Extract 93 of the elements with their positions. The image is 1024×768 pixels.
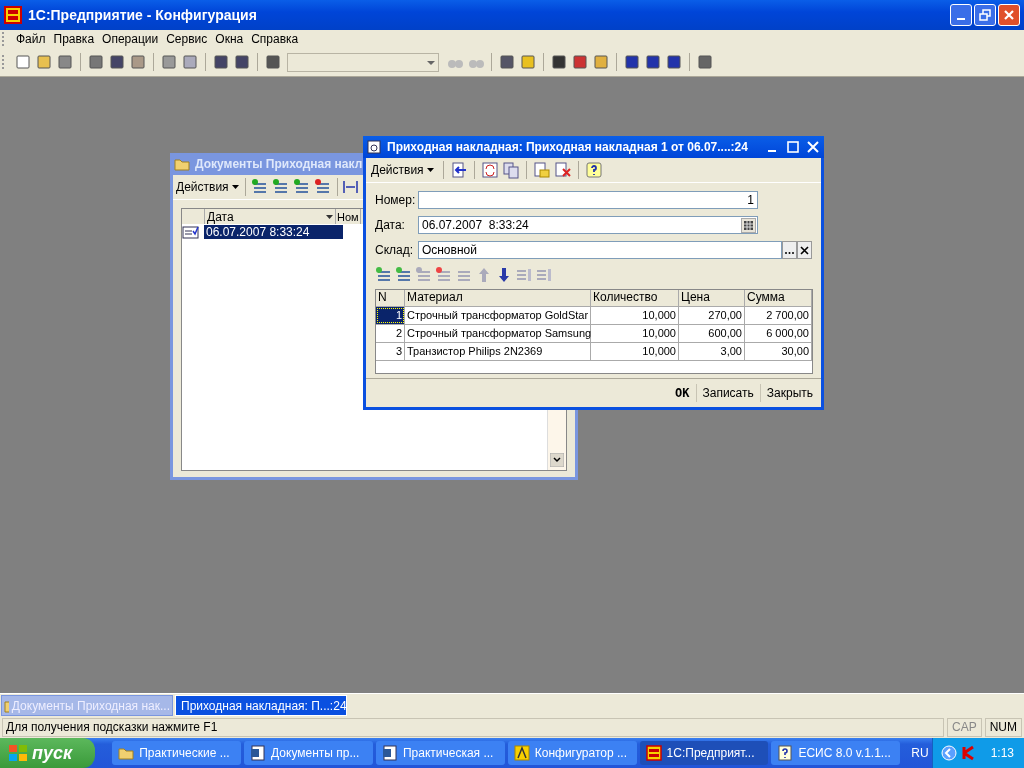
input-field[interactable]: Основной	[417, 240, 782, 259]
windows-logo-icon	[8, 744, 28, 762]
taskbar-button[interactable]: Практическая ...	[375, 741, 505, 765]
dialog-button[interactable]: Закрыть	[760, 386, 819, 400]
language-indicator[interactable]: RU	[911, 746, 929, 760]
word-icon	[250, 745, 267, 761]
column-header[interactable]: Количество	[591, 290, 679, 306]
actions-menu-button[interactable]: Действия	[368, 163, 437, 177]
copy-row-icon[interactable]	[271, 178, 290, 196]
table-cell: 2 700,00	[745, 307, 812, 324]
caret-icon	[231, 185, 239, 189]
close-button[interactable]	[998, 4, 1020, 26]
column-header[interactable]: Дата	[205, 209, 336, 224]
input-field[interactable]: 06.07.2007 8:33:24	[418, 215, 758, 234]
taskbar-button[interactable]: ЕСИС 8.0 v.1.1...	[771, 741, 901, 765]
field-value: Основной	[421, 242, 477, 257]
field-label: Номер:	[375, 192, 417, 207]
tray-expand-icon[interactable]	[940, 745, 957, 761]
column-header[interactable]: N	[376, 290, 405, 306]
table-cell: Строчный трансформатор Samsung	[405, 325, 591, 342]
app-icon	[645, 745, 662, 761]
table-cell[interactable]: 06.07.2007 8:33:24	[204, 224, 343, 239]
menu-item[interactable]: Сервис	[163, 32, 211, 46]
add-row-icon[interactable]	[375, 266, 393, 284]
key-indicator: CAP	[947, 718, 982, 737]
menu-item[interactable]: Файл	[13, 32, 49, 46]
refresh-icon[interactable]	[480, 161, 499, 179]
table-cell: 3,00	[679, 343, 745, 360]
minimize-icon	[957, 18, 965, 20]
move-icon[interactable]	[532, 161, 551, 179]
column-header[interactable]: Материал	[405, 290, 591, 306]
sort-caret-icon[interactable]	[326, 214, 333, 219]
table-cell[interactable]: 3	[376, 343, 405, 360]
add-row-icon[interactable]	[250, 178, 269, 196]
menu-item[interactable]: Окна	[212, 32, 247, 46]
close-icon	[1003, 9, 1015, 21]
table-cell: 10,000	[591, 307, 679, 324]
window-tab[interactable]: Приходная накладная: П...:24	[175, 695, 347, 716]
menu-item[interactable]: Операции	[99, 32, 162, 46]
table-cell[interactable]: 1	[376, 307, 405, 324]
table-cell: Транзистор Philips 2N2369	[405, 343, 591, 360]
delete-row-icon[interactable]	[313, 178, 332, 196]
restore-button[interactable]	[974, 4, 996, 26]
clock: 1:13	[990, 746, 1014, 760]
field-value: 1	[747, 192, 754, 207]
scroll-down-icon[interactable]	[550, 453, 564, 467]
window-title: Документы Приходная накл	[195, 157, 363, 171]
app-title: 1С:Предприятие - Конфигурация	[28, 7, 257, 23]
table-cell: 10,000	[591, 343, 679, 360]
minimize-button[interactable]	[950, 4, 972, 26]
delete-row-icon[interactable]	[435, 266, 453, 284]
column-header[interactable]: Цена	[679, 290, 745, 306]
actions-menu-button[interactable]: Действия	[175, 180, 240, 194]
app-logo-icon	[4, 6, 22, 24]
word-icon	[381, 745, 398, 761]
table-cell: 600,00	[679, 325, 745, 342]
table-cell: 270,00	[679, 307, 745, 324]
dialog-button[interactable]: Записать	[696, 386, 760, 400]
field-label: Дата:	[375, 217, 406, 232]
clear-icon[interactable]	[797, 240, 812, 259]
table-cell[interactable]: 2	[376, 325, 405, 342]
post-icon[interactable]	[449, 161, 468, 179]
taskbar-button[interactable]: Документы пр...	[244, 741, 373, 765]
restore-icon	[979, 9, 991, 21]
window-title: Приходная накладная: Приходная накладная 1 от 06.07....:24	[387, 140, 748, 154]
select-icon[interactable]	[782, 240, 797, 259]
input-field[interactable]: 1	[418, 190, 758, 209]
taskbar-button[interactable]: Конфигуратор ...	[507, 741, 637, 765]
field-label: Склад:	[375, 242, 415, 257]
table-cell: 10,000	[591, 325, 679, 342]
unpost-icon[interactable]	[553, 161, 572, 179]
status-hint: Для получения подсказки нажмите F1	[2, 718, 944, 737]
column-header[interactable]: Сумма	[745, 290, 812, 306]
taskbar-button[interactable]: 1С:Предприят...	[639, 741, 769, 765]
interval-icon[interactable]	[342, 180, 358, 194]
maximize-icon[interactable]	[786, 140, 800, 154]
table-cell: Строчный трансформатор GoldStar	[405, 307, 591, 324]
menu-item[interactable]: Правка	[50, 32, 98, 46]
copy-row-icon[interactable]	[395, 266, 413, 284]
document-icon	[367, 140, 381, 154]
dialog-button[interactable]: OK	[669, 386, 696, 400]
column-header[interactable]: Ном	[336, 209, 361, 224]
table-cell: 30,00	[745, 343, 812, 360]
taskbar-button[interactable]: Практические ...	[112, 741, 242, 765]
caret-icon	[426, 168, 434, 172]
menu-item[interactable]: Справка	[248, 32, 302, 46]
field-value: 06.07.2007 8:33:24	[422, 217, 529, 232]
key-indicator: NUM	[984, 718, 1022, 737]
table-cell: 6 000,00	[745, 325, 812, 342]
close-icon[interactable]	[806, 140, 820, 154]
caret-icon	[426, 59, 436, 66]
edit-row-icon[interactable]	[292, 178, 311, 196]
config-icon	[513, 745, 530, 761]
